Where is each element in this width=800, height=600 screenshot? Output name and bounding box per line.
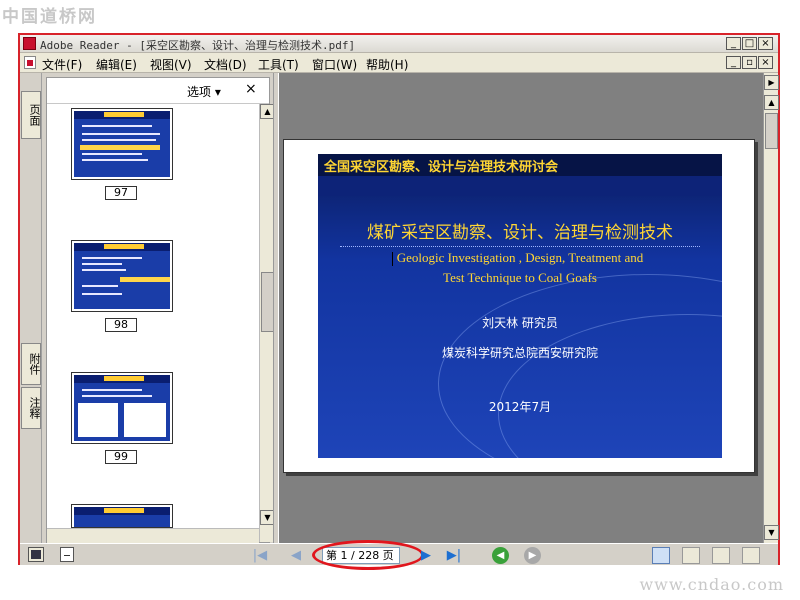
last-page-icon[interactable]: ▶| (446, 548, 462, 564)
tab-attachments[interactable]: 附件 (21, 343, 41, 385)
page-thumbnail-99[interactable] (71, 372, 173, 444)
menu-bar: 文件(F) 编辑(E) 视图(V) 文档(D) 工具(T) 窗口(W) 帮助(H… (20, 53, 778, 73)
document-icon (24, 56, 36, 69)
single-page-view-icon[interactable] (652, 547, 670, 564)
pdf-page: 全国采空区勘察、设计与治理技术研讨会 煤矿采空区勘察、设计、治理与检测技术 Ge… (283, 139, 755, 473)
title-bar: Adobe Reader - [采空区勘察、设计、治理与检测技术.pdf] _ … (20, 35, 778, 53)
page-thumbnail-97[interactable] (71, 108, 173, 180)
watermark-bottom: www.cndao.com (639, 575, 784, 594)
side-tab-strip: 页面 附件 注释 (20, 73, 42, 543)
next-view-icon[interactable]: ▶ (524, 547, 541, 564)
thumbnail-image (74, 375, 170, 441)
app-window: Adobe Reader - [采空区勘察、设计、治理与检测技术.pdf] _ … (18, 33, 780, 570)
doc-scroll-down-button[interactable]: ▼ (764, 525, 779, 540)
thumbnail-label-98: 98 (105, 318, 137, 332)
menu-edit[interactable]: 编辑(E) (96, 56, 137, 73)
watermark-top: 中国道桥网 (2, 7, 97, 27)
slide-title: 煤矿采空区勘察、设计、治理与检测技术 (367, 223, 673, 243)
slide-divider (340, 246, 700, 247)
menu-file[interactable]: 文件(F) (42, 56, 82, 73)
menu-window[interactable]: 窗口(W) (312, 56, 357, 73)
doc-restore-button[interactable]: ▫ (742, 56, 757, 69)
menu-help[interactable]: 帮助(H) (366, 56, 408, 73)
doc-close-button[interactable]: × (758, 56, 773, 69)
menu-view[interactable]: 视图(V) (150, 56, 192, 73)
thumbnail-label-97: 97 (105, 186, 137, 200)
continuous-view-icon[interactable] (682, 547, 700, 564)
tab-comments[interactable]: 注释 (21, 387, 41, 429)
highlight-oval (312, 540, 424, 570)
slide-second-band (318, 176, 722, 196)
menu-document[interactable]: 文档(D) (204, 56, 247, 73)
thumbnail-image (74, 507, 170, 527)
doc-scroll-thumb[interactable] (765, 113, 778, 149)
facing-view-icon[interactable] (712, 547, 730, 564)
slide: 全国采空区勘察、设计与治理技术研讨会 煤矿采空区勘察、设计、治理与检测技术 Ge… (318, 154, 722, 458)
slide-date: 2012年7月 (488, 400, 552, 414)
page-thumbnail-98[interactable] (71, 240, 173, 312)
document-scrollbar[interactable]: ▶ ▲ ▼ (763, 73, 779, 543)
close-panel-button[interactable]: × (245, 81, 257, 97)
doc-minimize-button[interactable]: _ (726, 56, 741, 69)
thumbnail-image (74, 111, 170, 177)
options-menu-button[interactable]: 选项 ▾ (187, 83, 221, 100)
doc-scroll-right-arrow[interactable]: ▶ (764, 75, 779, 90)
document-properties-icon[interactable] (60, 547, 74, 562)
maximize-button[interactable]: □ (742, 37, 757, 50)
tab-pages[interactable]: 页面 (21, 91, 41, 139)
slide-conference-header: 全国采空区勘察、设计与治理技术研讨会 (324, 160, 559, 175)
thumbnail-label-99: 99 (105, 450, 137, 464)
slide-institute: 煤炭科学研究总院西安研究院 (441, 346, 598, 360)
document-area: 全国采空区勘察、设计与治理技术研讨会 煤矿采空区勘察、设计、治理与检测技术 Ge… (279, 73, 763, 543)
window-title: Adobe Reader - [采空区勘察、设计、治理与检测技术.pdf] (40, 39, 356, 52)
slide-subtitle-line1: Geologic Investigation , Design, Treatme… (396, 250, 644, 265)
page-thumbnail-100[interactable] (71, 504, 173, 528)
next-page-icon[interactable]: ▶ (418, 548, 434, 564)
show-navigation-pane-icon[interactable] (28, 547, 44, 562)
slide-subtitle-line2: Test Technique to Coal Goafs (443, 270, 597, 285)
status-bar: |◀ ◀ 第 1 / 228 页 ▶ ▶| ◀ ▶ (20, 540, 778, 570)
previous-view-icon[interactable]: ◀ (492, 547, 509, 564)
thumbnails-header: 选项 ▾ × (47, 78, 269, 104)
thumbnails-panel: 选项 ▾ × 97 98 99 ▲ ▼ (46, 77, 275, 543)
thumbnail-image (74, 243, 170, 309)
slide-author: 刘天林 研究员 (482, 316, 558, 330)
first-page-icon[interactable]: |◀ (252, 548, 268, 564)
adobe-reader-icon (23, 37, 36, 50)
doc-scroll-up-button[interactable]: ▲ (764, 95, 779, 110)
previous-page-icon[interactable]: ◀ (288, 548, 304, 564)
minimize-button[interactable]: _ (726, 37, 741, 50)
menu-tools[interactable]: 工具(T) (258, 56, 299, 73)
thumbnails-hscrollbar[interactable] (47, 528, 259, 543)
close-button[interactable]: × (758, 37, 773, 50)
continuous-facing-view-icon[interactable] (742, 547, 760, 564)
